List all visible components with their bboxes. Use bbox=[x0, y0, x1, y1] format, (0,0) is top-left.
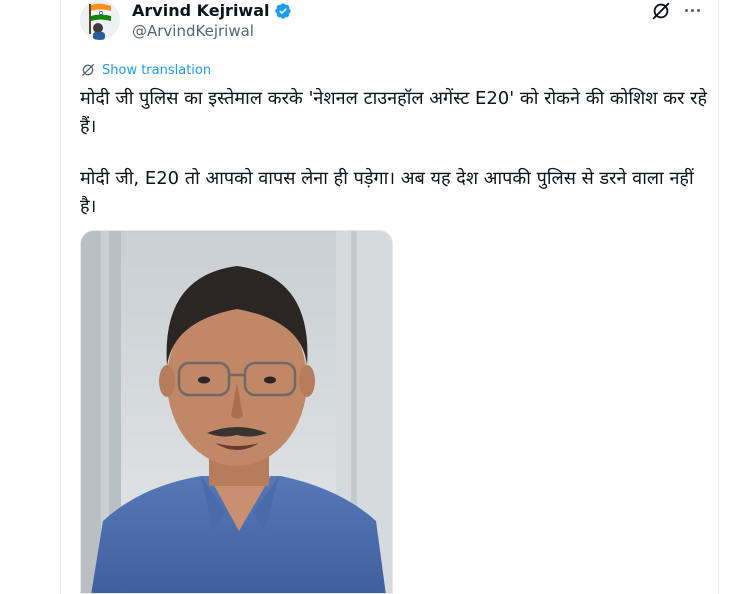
more-dot bbox=[696, 8, 700, 12]
grok-icon[interactable] bbox=[650, 0, 672, 22]
author-name-row[interactable]: Arvind Kejriwal bbox=[132, 1, 292, 20]
timeline-right-border bbox=[718, 0, 719, 594]
video-thumbnail-image bbox=[81, 231, 392, 593]
tweet-text: मोदी जी पुलिस का इस्तेमाल करके 'नेशनल टा… bbox=[80, 85, 710, 221]
show-translation-label[interactable]: Show translation bbox=[102, 63, 211, 78]
more-options-icon[interactable] bbox=[680, 0, 704, 20]
more-dot bbox=[690, 8, 694, 12]
tweet-video[interactable] bbox=[80, 230, 393, 594]
more-dot bbox=[684, 8, 688, 12]
timeline-left-border bbox=[60, 0, 61, 594]
author-display-name[interactable]: Arvind Kejriwal bbox=[132, 1, 270, 20]
translate-icon bbox=[82, 64, 94, 76]
tweet-paragraph-2: मोदी जी, E20 तो आपको वापस लेना ही पड़ेगा… bbox=[80, 168, 694, 217]
grok-glyph-icon bbox=[652, 2, 670, 20]
author-handle[interactable]: @ArvindKejriwal bbox=[132, 22, 254, 40]
show-translation-button[interactable]: Show translation bbox=[80, 62, 211, 78]
tweet-paragraph-1: मोदी जी पुलिस का इस्तेमाल करके 'नेशनल टा… bbox=[80, 88, 708, 137]
author-avatar[interactable] bbox=[80, 0, 120, 40]
indian-flag-avatar-icon bbox=[80, 0, 120, 40]
verified-badge-icon bbox=[274, 2, 291, 19]
